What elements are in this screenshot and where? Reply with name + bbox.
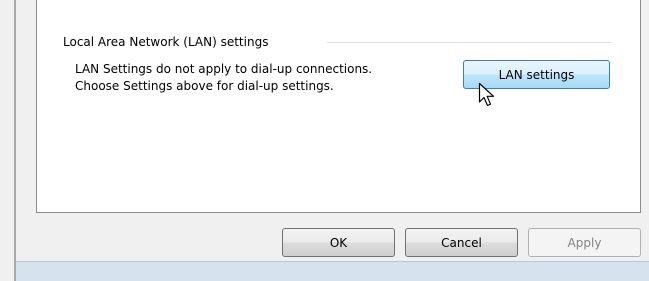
internet-options-dialog: Local Area Network (LAN) settings LAN Se… — [0, 0, 649, 281]
dialog-left-border — [14, 0, 16, 281]
ok-button[interactable]: OK — [282, 228, 395, 257]
apply-button[interactable]: Apply — [528, 228, 641, 257]
lan-description: LAN Settings do not apply to dial-up con… — [75, 61, 372, 95]
arrow-pointer-icon — [478, 82, 495, 107]
lan-description-line-1: LAN Settings do not apply to dial-up con… — [75, 62, 373, 76]
lan-groupbox-title: Local Area Network (LAN) settings — [63, 35, 269, 49]
cancel-button[interactable]: Cancel — [405, 228, 518, 257]
dialog-bottom-edge — [16, 262, 649, 281]
lan-description-line-2: Choose Settings above for dial-up settin… — [75, 79, 334, 93]
connections-tab-page — [36, 0, 641, 213]
groupbox-divider — [327, 42, 611, 43]
